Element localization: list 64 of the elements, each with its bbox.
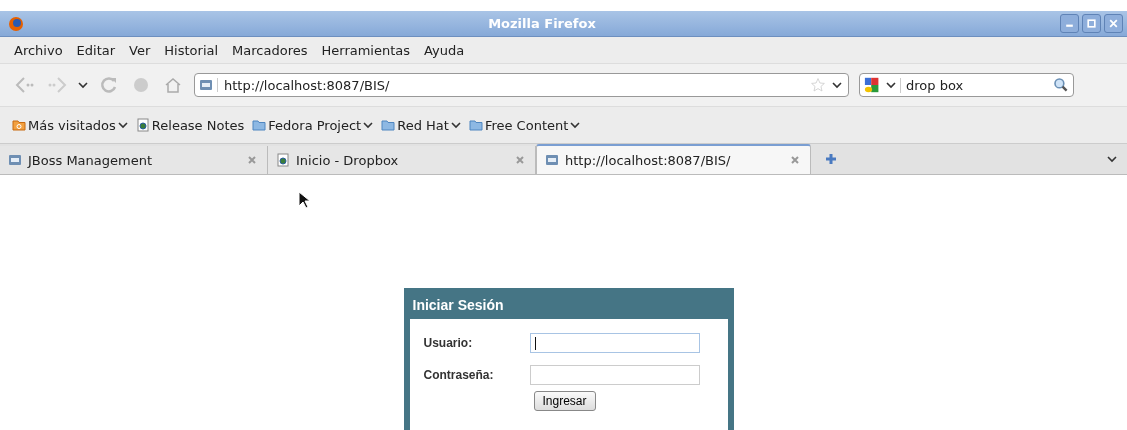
close-icon[interactable] [515, 155, 525, 165]
bookmark-label: Fedora Project [268, 117, 362, 133]
address-bar[interactable]: http://localhost:8087/BIS/ [194, 73, 849, 97]
window-title: Mozilla Firefox [487, 16, 597, 31]
star-icon[interactable] [810, 77, 826, 93]
field-label: Contraseña: [423, 368, 495, 382]
bookmark-item[interactable]: Red Hat [381, 117, 461, 133]
menu-item[interactable]: Ayuda [424, 42, 465, 58]
maximize-icon [1086, 18, 1097, 29]
folder-icon [12, 118, 26, 132]
menu-item[interactable]: Herramientas [321, 42, 411, 58]
search-text: drop box [900, 77, 1049, 93]
server-icon [8, 153, 22, 167]
minimize-button[interactable] [1060, 14, 1079, 33]
firefox-icon [8, 15, 24, 32]
forward-icon[interactable] [46, 75, 68, 95]
close-button[interactable] [1104, 14, 1123, 33]
server-icon [545, 153, 559, 167]
bookmark-label: Free Content [484, 117, 569, 133]
browser-tab[interactable]: http://localhost:8087/BIS/ [536, 144, 811, 174]
menu-item[interactable]: Historial [164, 42, 219, 58]
tab-title: http://localhost:8087/BIS/ [565, 152, 732, 168]
url-text: http://localhost:8087/BIS/ [224, 77, 391, 93]
bookmark-item[interactable]: Fedora Project [252, 117, 374, 133]
browser-tab[interactable]: Inicio - Dropbox [268, 146, 536, 174]
bookmark-item[interactable]: Más visitados [12, 117, 128, 133]
cursor-icon [298, 191, 310, 209]
folder-icon [252, 118, 267, 132]
close-icon[interactable] [790, 155, 800, 165]
new-tab-icon[interactable] [825, 153, 837, 165]
server-icon [199, 78, 213, 92]
bookmark-label: Más visitados [28, 117, 116, 133]
caret-icon[interactable] [886, 80, 896, 90]
login-button[interactable]: Ingresar [533, 391, 596, 411]
back-icon[interactable] [14, 75, 36, 95]
close-icon [1108, 18, 1119, 29]
page-icon [276, 153, 290, 167]
bookmark-item[interactable]: Free Content [468, 117, 581, 133]
close-icon[interactable] [247, 155, 257, 165]
caret-icon[interactable] [78, 80, 88, 90]
caret-icon[interactable] [1107, 154, 1117, 164]
tab-title: JBoss Management [28, 152, 154, 168]
caret-icon [570, 120, 581, 130]
menu-item[interactable]: Archivo [14, 42, 63, 58]
caret-icon[interactable] [832, 80, 842, 90]
search-field[interactable]: drop box [859, 73, 1074, 97]
tab-title: Inicio - Dropbox [296, 152, 400, 168]
caret-icon [117, 120, 128, 130]
folder-icon [381, 118, 396, 132]
caret-icon [450, 120, 461, 130]
field-label: Usuario: [423, 336, 474, 350]
search-icon[interactable] [1053, 77, 1069, 93]
input-field[interactable] [529, 365, 700, 385]
bookmark-label: Red Hat [397, 117, 449, 133]
panel-title: Iniciar Sesión [411, 296, 505, 315]
menu-item[interactable]: Editar [76, 42, 116, 58]
folder-icon [468, 118, 483, 132]
page-icon [135, 118, 150, 132]
input-field[interactable] [529, 333, 700, 353]
browser-tab[interactable]: JBoss Management [0, 146, 268, 174]
maximize-button[interactable] [1082, 14, 1101, 33]
menu-item[interactable]: Ver [129, 42, 151, 58]
menu-item[interactable]: Marcadores [232, 42, 308, 58]
caret-icon [363, 120, 374, 130]
